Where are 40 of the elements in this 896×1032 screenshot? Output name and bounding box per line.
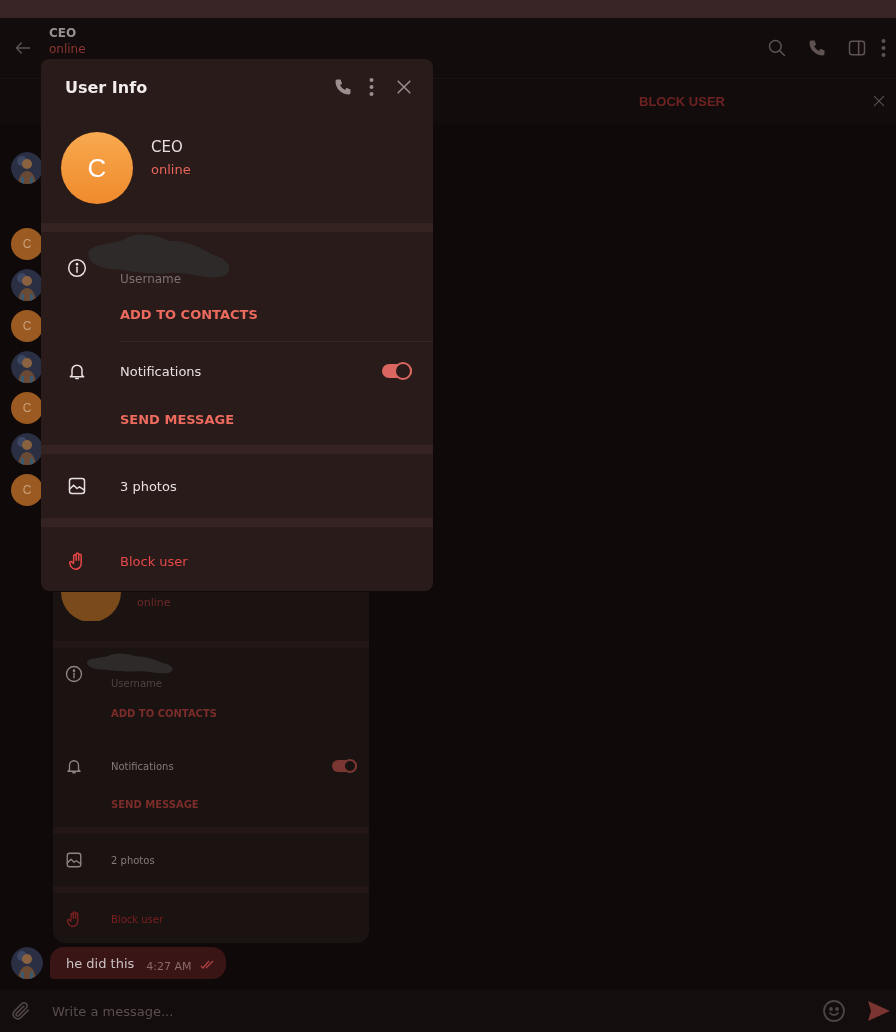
avatar: C: [11, 474, 43, 506]
send-icon[interactable]: [866, 999, 892, 1023]
user-name: CEO: [151, 137, 184, 157]
photos-link[interactable]: 3 photos: [120, 478, 177, 494]
info-icon: [67, 258, 87, 278]
notifications-toggle[interactable]: [382, 364, 412, 378]
block-user-button[interactable]: Block user: [120, 553, 188, 569]
avatar: C: [11, 228, 43, 260]
message-input-bar[interactable]: Write a message...: [0, 990, 896, 1032]
search-icon: [767, 38, 787, 58]
message-input[interactable]: Write a message...: [50, 1002, 822, 1020]
avatar: C: [61, 132, 133, 204]
photo-icon: [65, 851, 83, 869]
more-icon: [881, 39, 886, 57]
photos-link[interactable]: 2 photos: [111, 854, 155, 866]
emoji-icon: [822, 999, 846, 1023]
notifications-label: Notifications: [111, 760, 174, 772]
message-text: he did this: [66, 955, 135, 971]
message-time: 4:27 AM: [146, 959, 192, 973]
avatar: C: [11, 310, 43, 342]
close-icon: [871, 93, 887, 109]
bell-icon: [65, 757, 83, 775]
notifications-label: Notifications: [120, 363, 202, 379]
sidebar-toggle-icon: [847, 38, 867, 58]
notifications-toggle[interactable]: [332, 760, 357, 772]
phone-icon: [333, 77, 353, 97]
send-message-button[interactable]: SEND MESSAGE: [120, 411, 234, 429]
chat-title: CEO: [49, 25, 78, 41]
phone-icon: [807, 38, 827, 58]
photo-icon: [67, 476, 87, 496]
avatar: C: [11, 392, 43, 424]
paperclip-icon: [10, 1000, 32, 1022]
status-text: online: [151, 161, 191, 179]
status-text: online: [137, 595, 171, 611]
info-icon: [65, 665, 83, 683]
status-text: online: [49, 42, 86, 56]
more-icon: [369, 78, 374, 96]
add-to-contacts-button[interactable]: ADD TO CONTACTS: [120, 306, 433, 324]
field-label: Username: [120, 271, 183, 287]
dialog-title: User Info: [65, 77, 148, 97]
